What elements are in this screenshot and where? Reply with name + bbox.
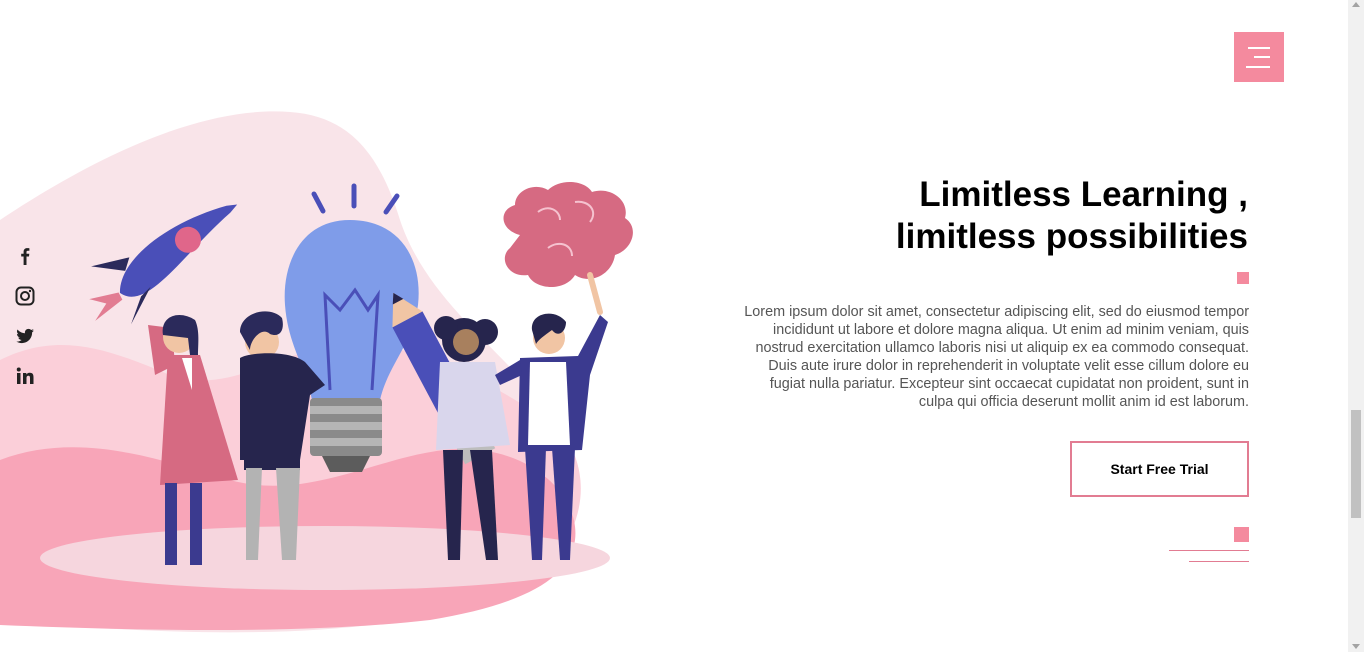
scroll-down-arrow-icon[interactable] (1352, 644, 1360, 649)
hero-title: Limitless Learning , limitless possibili… (788, 174, 1248, 258)
facebook-link[interactable] (14, 245, 36, 267)
hero-title-line-2: limitless possibilities (895, 217, 1248, 256)
hamburger-line (1254, 56, 1270, 58)
hamburger-line (1246, 66, 1270, 68)
scroll-up-arrow-icon[interactable] (1352, 2, 1360, 7)
hero-illustration (0, 111, 633, 633)
hamburger-menu-icon (1248, 47, 1270, 49)
facebook-icon (21, 248, 30, 265)
menu-button[interactable] (1234, 32, 1284, 82)
page-scrollbar[interactable] (1348, 0, 1364, 652)
scroll-thumb[interactable] (1351, 410, 1361, 518)
brain (503, 181, 633, 315)
linkedin-link[interactable] (14, 365, 36, 387)
ground-shadow (40, 526, 610, 590)
accent-square (1237, 272, 1249, 284)
twitter-icon (16, 328, 34, 344)
twitter-link[interactable] (14, 325, 36, 347)
decorative-line-short (1189, 561, 1249, 562)
start-free-trial-button[interactable]: Start Free Trial (1070, 441, 1249, 497)
instagram-icon (15, 286, 35, 306)
hero-title-line-1: Limitless Learning , (919, 175, 1248, 214)
instagram-link[interactable] (14, 285, 36, 307)
social-links (14, 245, 36, 405)
decorative-line (1169, 550, 1249, 551)
hero-description: Lorem ipsum dolor sit amet, consectetur … (744, 304, 1249, 410)
linkedin-icon (16, 367, 34, 384)
accent-square-bottom (1234, 527, 1249, 542)
